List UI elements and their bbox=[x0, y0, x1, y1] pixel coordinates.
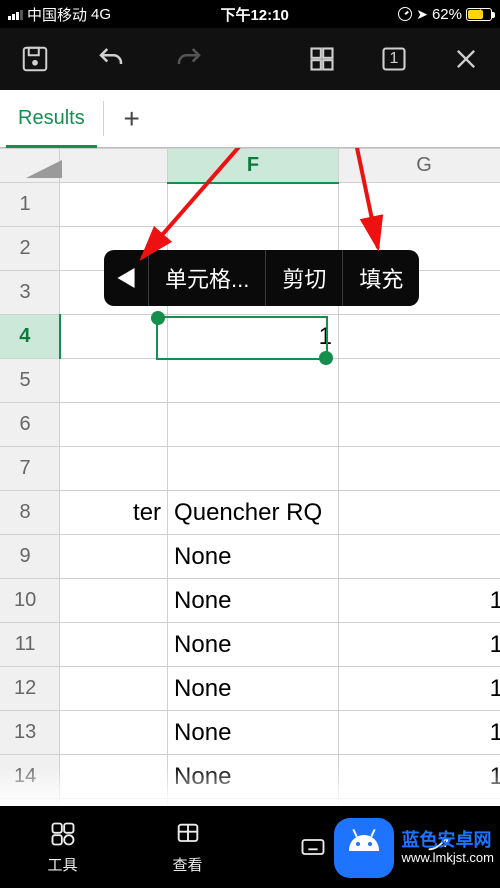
cell-e4[interactable] bbox=[60, 315, 168, 359]
watermark-badge bbox=[334, 818, 394, 878]
cell-e11[interactable] bbox=[60, 623, 168, 667]
redo-button[interactable] bbox=[172, 44, 206, 74]
row-header-3[interactable]: 3 bbox=[0, 271, 60, 315]
cell-g13[interactable]: 1 bbox=[339, 711, 500, 755]
spreadsheet[interactable]: F G 1 2 3{"code":0,"data":null," 41 5 6 … bbox=[0, 148, 500, 806]
tab-results[interactable]: Results bbox=[0, 90, 103, 147]
cell-g12[interactable]: 1 bbox=[339, 667, 500, 711]
status-right: ➤ 62% ⚡ bbox=[398, 6, 492, 23]
cell-f9[interactable]: None bbox=[168, 535, 339, 579]
signal-icon bbox=[8, 8, 23, 20]
network-label: 4G bbox=[91, 6, 111, 23]
col-header-g[interactable]: G bbox=[339, 149, 500, 183]
battery-pct-label: 62% bbox=[432, 6, 462, 23]
bottom-tools-button[interactable]: 工具 bbox=[0, 806, 125, 888]
cell-f11[interactable]: None bbox=[168, 623, 339, 667]
context-menu-fill-button[interactable]: 填充 bbox=[343, 250, 419, 306]
cell-g4[interactable] bbox=[339, 315, 500, 359]
cell-f1[interactable] bbox=[168, 183, 339, 227]
cell-e8[interactable]: ter bbox=[60, 491, 168, 535]
undo-button[interactable] bbox=[94, 44, 128, 74]
close-button[interactable] bbox=[452, 45, 480, 73]
row-header-9[interactable]: 9 bbox=[0, 535, 60, 579]
battery-icon: ⚡ bbox=[466, 8, 492, 21]
bottom-tools-label: 工具 bbox=[47, 854, 77, 875]
row-header-4[interactable]: 4 bbox=[0, 315, 60, 359]
row-header-11[interactable]: 11 bbox=[0, 623, 60, 667]
bottom-view-button[interactable]: 查看 bbox=[125, 806, 250, 888]
sheet-count-button[interactable]: 1 bbox=[380, 45, 408, 73]
cell-g9[interactable] bbox=[339, 535, 500, 579]
alarm-icon bbox=[398, 7, 412, 21]
bottom-view-label: 查看 bbox=[172, 854, 202, 875]
row-header-12[interactable]: 12 bbox=[0, 667, 60, 711]
tools-icon bbox=[47, 820, 79, 848]
save-button[interactable] bbox=[20, 44, 50, 74]
col-header-e[interactable] bbox=[60, 149, 168, 183]
cell-f6[interactable] bbox=[168, 403, 339, 447]
row-header-8[interactable]: 8 bbox=[0, 491, 60, 535]
cell-e5[interactable] bbox=[60, 359, 168, 403]
cell-f8[interactable]: Quencher RQ bbox=[168, 491, 339, 535]
cell-g8[interactable] bbox=[339, 491, 500, 535]
cell-f10[interactable]: None bbox=[168, 579, 339, 623]
sheet-count-label: 1 bbox=[380, 45, 408, 73]
context-menu: 单元格... 剪切 填充 bbox=[104, 250, 419, 306]
cell-g1[interactable] bbox=[339, 183, 500, 227]
cell-f5[interactable] bbox=[168, 359, 339, 403]
row-header-10[interactable]: 10 bbox=[0, 579, 60, 623]
cell-g7[interactable] bbox=[339, 447, 500, 491]
cell-f7[interactable] bbox=[168, 447, 339, 491]
select-all-corner[interactable] bbox=[6, 148, 68, 182]
cell-e10[interactable] bbox=[60, 579, 168, 623]
cell-e12[interactable] bbox=[60, 667, 168, 711]
cell-e9[interactable] bbox=[60, 535, 168, 579]
cell-e1[interactable] bbox=[60, 183, 168, 227]
status-bar: 中国移动 4G 下午12:10 ➤ 62% ⚡ bbox=[0, 0, 500, 28]
row-header-2[interactable]: 2 bbox=[0, 227, 60, 271]
sheet-tabs: Results + bbox=[0, 90, 500, 148]
cell-f12[interactable]: None bbox=[168, 667, 339, 711]
cell-e7[interactable] bbox=[60, 447, 168, 491]
cell-e6[interactable] bbox=[60, 403, 168, 447]
watermark: 蓝色安卓网 www.lmkjst.com bbox=[334, 818, 494, 878]
grid-view-button[interactable] bbox=[308, 45, 336, 73]
col-header-f[interactable]: F bbox=[168, 149, 339, 183]
carrier-label: 中国移动 bbox=[27, 4, 87, 25]
status-left: 中国移动 4G bbox=[8, 4, 111, 25]
add-sheet-button[interactable]: + bbox=[104, 103, 160, 135]
context-menu-prev-button[interactable] bbox=[104, 250, 148, 306]
row-header-1[interactable]: 1 bbox=[0, 183, 60, 227]
tab-results-label: Results bbox=[18, 107, 85, 130]
android-icon bbox=[346, 835, 382, 861]
view-icon bbox=[172, 820, 204, 848]
cell-g10[interactable]: 1 bbox=[339, 579, 500, 623]
cell-e13[interactable] bbox=[60, 711, 168, 755]
row-header-6[interactable]: 6 bbox=[0, 403, 60, 447]
app-toolbar: 1 bbox=[0, 28, 500, 90]
cell-g6[interactable] bbox=[339, 403, 500, 447]
cell-g11[interactable]: 1 bbox=[339, 623, 500, 667]
context-menu-cell-button[interactable]: 单元格... bbox=[149, 250, 265, 306]
row-header-13[interactable]: 13 bbox=[0, 711, 60, 755]
clock-label: 下午12:10 bbox=[220, 4, 288, 25]
watermark-title: 蓝色安卓网 bbox=[402, 831, 494, 851]
cell-f13[interactable]: None bbox=[168, 711, 339, 755]
cell-f4[interactable]: 1 bbox=[168, 315, 339, 359]
watermark-url: www.lmkjst.com bbox=[402, 851, 494, 865]
row-header-7[interactable]: 7 bbox=[0, 447, 60, 491]
location-icon: ➤ bbox=[416, 6, 428, 23]
context-menu-cut-button[interactable]: 剪切 bbox=[266, 250, 342, 306]
row-header-5[interactable]: 5 bbox=[0, 359, 60, 403]
cell-g5[interactable] bbox=[339, 359, 500, 403]
bottom-fade bbox=[0, 766, 500, 806]
plus-icon: + bbox=[124, 103, 140, 135]
